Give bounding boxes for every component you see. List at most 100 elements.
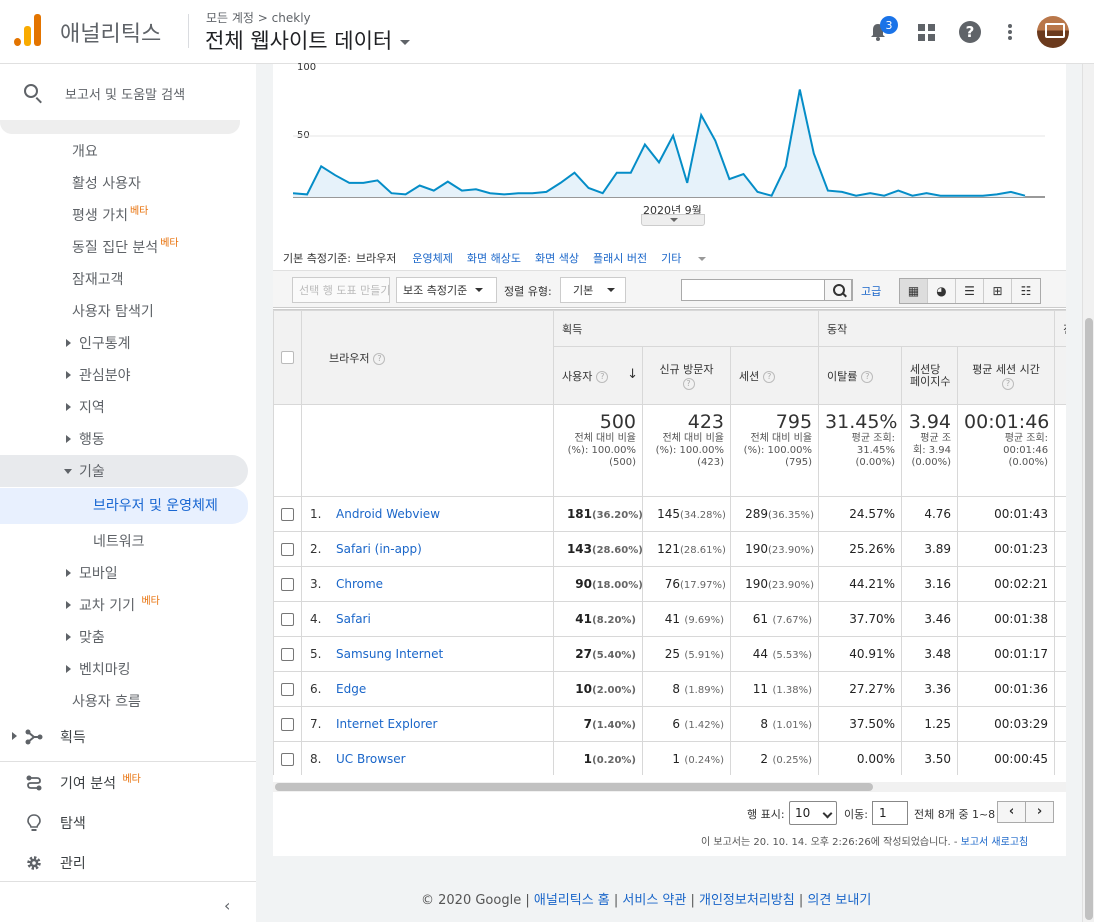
footer-link-terms[interactable]: 서비스 약관 bbox=[622, 893, 686, 908]
nav-benchmarking[interactable]: 벤치마킹 bbox=[0, 653, 256, 685]
nav-mobile[interactable]: 모바일 bbox=[0, 557, 256, 589]
horizontal-scrollbar[interactable] bbox=[273, 782, 1066, 792]
row-checkbox[interactable] bbox=[281, 753, 294, 766]
refresh-report-link[interactable]: 보고서 새로고침 bbox=[961, 837, 1029, 848]
nav-lifetime-value[interactable]: 평생 가치 베타 bbox=[0, 199, 256, 231]
footer-link-feedback[interactable]: 의견 보내기 bbox=[807, 893, 871, 908]
nav-geo[interactable]: 지역 bbox=[0, 391, 256, 423]
browser-link[interactable]: Samsung Internet bbox=[336, 647, 443, 661]
nav-custom[interactable]: 맞춤 bbox=[0, 621, 256, 653]
comparison-view-icon[interactable]: ⊞ bbox=[984, 279, 1012, 303]
scrollbar-thumb[interactable] bbox=[275, 783, 873, 791]
data-table-view-icon[interactable]: ▦ bbox=[900, 279, 928, 303]
page-vertical-scrollbar[interactable] bbox=[1082, 64, 1094, 922]
select-all-checkbox[interactable] bbox=[281, 351, 294, 365]
browser-link[interactable]: Android Webview bbox=[336, 507, 440, 521]
nav-demographics[interactable]: 인구통계 bbox=[0, 327, 256, 359]
nav-section-acquisition[interactable]: 획득 bbox=[0, 716, 256, 756]
dimension-screen-resolution-link[interactable]: 화면 해상도 bbox=[467, 250, 521, 266]
dimension-os-link[interactable]: 운영체제 bbox=[412, 250, 452, 266]
performance-view-icon[interactable]: ☰ bbox=[956, 279, 984, 303]
chart-collapse-toggle[interactable] bbox=[641, 214, 705, 226]
row-checkbox[interactable] bbox=[281, 718, 294, 731]
nav-user-explorer[interactable]: 사용자 탐색기 bbox=[0, 295, 256, 327]
help-icon[interactable]: ? bbox=[958, 20, 982, 44]
rows-per-page-select[interactable]: 10 bbox=[789, 801, 837, 825]
row-checkbox[interactable] bbox=[281, 578, 294, 591]
browser-link[interactable]: Safari bbox=[336, 612, 371, 626]
row-checkbox[interactable] bbox=[281, 508, 294, 521]
more-vert-icon[interactable] bbox=[998, 20, 1022, 44]
chart-plot-area[interactable] bbox=[293, 64, 1045, 204]
secondary-dimension-dropdown[interactable]: 보조 측정기준 bbox=[396, 277, 497, 303]
pages-per-session-column-header[interactable]: 세션당 페이지수 bbox=[901, 346, 959, 405]
bounce-rate-column-header[interactable]: 이탈률? bbox=[818, 346, 903, 405]
nav-browser-os[interactable]: 브라우저 및 운영체제 bbox=[0, 488, 248, 524]
nav-technology[interactable]: 기술 bbox=[0, 455, 248, 487]
account-breadcrumb[interactable]: 모든 계정 > chekly bbox=[206, 9, 311, 26]
account-avatar[interactable] bbox=[1037, 16, 1069, 48]
browser-link[interactable]: UC Browser bbox=[336, 752, 406, 766]
previous-page-icon[interactable]: ‹ bbox=[998, 802, 1026, 822]
nav-behavior[interactable]: 행동 bbox=[0, 423, 256, 455]
dimension-screen-colors-link[interactable]: 화면 색상 bbox=[535, 250, 579, 266]
nav-section-attribution[interactable]: 기여 분석 베타 bbox=[0, 762, 256, 802]
browser-link[interactable]: Internet Explorer bbox=[336, 717, 437, 731]
goto-page-input[interactable]: 1 bbox=[872, 801, 908, 825]
nav-overview[interactable]: 개요 bbox=[0, 135, 256, 167]
row-checkbox[interactable] bbox=[281, 648, 294, 661]
row-checkbox[interactable] bbox=[281, 543, 294, 556]
analytics-logo[interactable] bbox=[14, 14, 44, 46]
next-page-icon[interactable]: › bbox=[1026, 802, 1053, 822]
apps-grid-icon[interactable] bbox=[914, 20, 938, 44]
nav-network[interactable]: 네트워크 bbox=[0, 525, 256, 557]
nav-interests[interactable]: 관심분야 bbox=[0, 359, 256, 391]
pivot-view-icon[interactable]: ☷ bbox=[1012, 279, 1040, 303]
search-icon[interactable] bbox=[824, 279, 852, 301]
sessions-cell: 190(23.90%) bbox=[729, 566, 820, 602]
footer-link-home[interactable]: 애널리틱스 홈 bbox=[534, 893, 610, 908]
users-percent: (5.40%) bbox=[592, 650, 636, 661]
sessions-percent: (1.01%) bbox=[772, 720, 813, 731]
plot-rows-button[interactable]: 선택 행 도표 만들기 bbox=[292, 277, 390, 303]
pie-chart-view-icon[interactable]: ◕ bbox=[928, 279, 956, 303]
nav-cohort-analysis[interactable]: 동질 집단 분석 베타 bbox=[0, 231, 256, 263]
browser-link[interactable]: Safari (in-app) bbox=[336, 542, 422, 556]
new-users-cell: 8 (1.89%) bbox=[642, 671, 731, 707]
nav-users-flow[interactable]: 사용자 흐름 bbox=[0, 685, 256, 717]
app-name[interactable]: 애널리틱스 bbox=[60, 16, 161, 48]
users-column-header[interactable]: 사용자? ↓ bbox=[553, 346, 643, 405]
dimension-flash-version-link[interactable]: 플래시 버전 bbox=[593, 250, 647, 266]
new-users-column-header[interactable]: 신규 방문자? bbox=[642, 346, 731, 405]
row-checkbox[interactable] bbox=[281, 613, 294, 626]
row-checkbox[interactable] bbox=[281, 683, 294, 696]
dimension-header[interactable]: 브라우저? bbox=[301, 310, 554, 405]
nav-active-users[interactable]: 활성 사용자 bbox=[0, 167, 256, 199]
scrollbar-thumb[interactable] bbox=[1085, 318, 1093, 920]
browser-link[interactable]: Edge bbox=[336, 682, 366, 696]
nav-section-discover[interactable]: 탐색 bbox=[0, 802, 256, 842]
new-users-percent: (17.97%) bbox=[680, 580, 726, 591]
row-select-cell bbox=[273, 741, 302, 775]
avg-session-duration-column-header[interactable]: 평균 세션 시간? bbox=[957, 346, 1056, 405]
dimension-browser[interactable]: 브라우저 bbox=[356, 250, 396, 266]
table-search-input[interactable] bbox=[681, 279, 853, 301]
nav-cross-device[interactable]: 교차 기기 베타 bbox=[0, 589, 256, 621]
footer-link-privacy[interactable]: 개인정보처리방침 bbox=[699, 893, 795, 908]
nav-scroll-edge bbox=[0, 120, 240, 134]
nav-section-admin[interactable]: 관리 bbox=[0, 842, 256, 882]
dimension-other-dropdown[interactable]: 기타 bbox=[661, 250, 720, 266]
bounce-rate-cell: 37.50% bbox=[818, 706, 903, 742]
sort-type-dropdown[interactable]: 기본 bbox=[560, 277, 626, 303]
advanced-filter-link[interactable]: 고급 bbox=[861, 283, 881, 299]
view-selector[interactable]: 전체 웹사이트 데이터 bbox=[205, 25, 411, 55]
browser-link[interactable]: Chrome bbox=[336, 577, 383, 591]
users-value: 41 bbox=[575, 612, 592, 626]
users-percent: (1.40%) bbox=[592, 720, 636, 731]
nav-audiences[interactable]: 잠재고객 bbox=[0, 263, 256, 295]
report-table-scroll[interactable]: 브라우저? 획득 동작 전 사용자?↓ 신규 방문자? 세션? 이탈률? 세션당… bbox=[273, 309, 1066, 775]
report-search[interactable]: 보고서 및 도움말 검색 bbox=[0, 64, 256, 122]
collapse-sidebar-chevron-icon[interactable]: ‹ bbox=[224, 896, 230, 915]
conversion-column-header[interactable] bbox=[1054, 346, 1066, 405]
sessions-column-header[interactable]: 세션? bbox=[729, 346, 820, 405]
